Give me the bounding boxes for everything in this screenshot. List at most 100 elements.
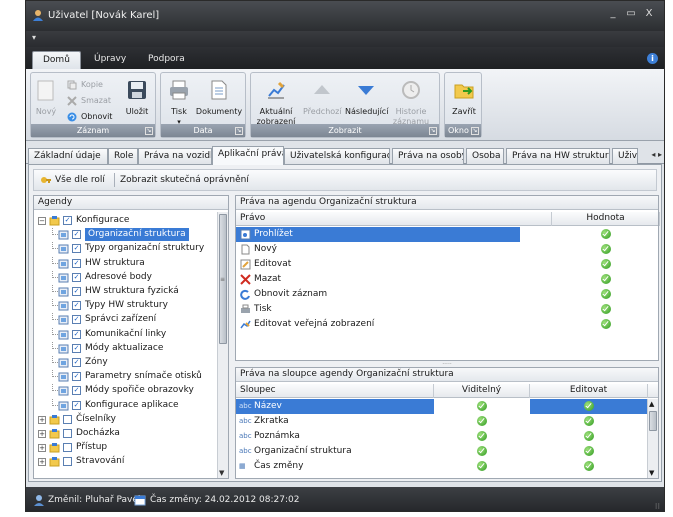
agenda-checkbox[interactable] — [63, 457, 72, 467]
check-icon[interactable] — [601, 259, 611, 269]
documents-button[interactable]: Dokumenty — [195, 79, 243, 117]
check-icon[interactable] — [477, 401, 487, 411]
check-icon[interactable] — [584, 416, 594, 426]
agenda-checkbox[interactable]: ✓ — [72, 372, 81, 382]
next-button[interactable]: Následující — [345, 79, 388, 117]
resize-grip-icon[interactable]: ⁝⁝ — [655, 502, 660, 511]
ribbon-tab-podpora[interactable]: Podpora — [138, 51, 195, 69]
tab-role[interactable]: Role — [108, 148, 138, 164]
check-icon[interactable] — [601, 229, 611, 239]
tab-prava-na-osoby[interactable]: Práva na osoby — [392, 148, 464, 164]
column-row[interactable]: Zkratka abc — [236, 414, 648, 429]
maximize-button[interactable]: ▭ — [624, 8, 638, 19]
show-effective-rights-button[interactable]: Zobrazit skutečná oprávnění — [120, 175, 249, 185]
check-icon[interactable] — [477, 416, 487, 426]
check-icon[interactable] — [584, 401, 594, 411]
rights-row[interactable]: Editovat veřejná zobrazení — [236, 317, 658, 332]
agenda-checkbox[interactable]: ✓ — [72, 287, 81, 296]
refresh-button[interactable]: Obnovit — [67, 111, 112, 123]
column-row[interactable]: Organizační struktura abc — [236, 444, 648, 459]
tab-prava-na-hw-strukturu[interactable]: Práva na HW strukturu — [506, 148, 610, 164]
copy-button[interactable]: Kopie — [67, 79, 103, 91]
all-by-roles-button[interactable]: Vše dle rolí — [40, 175, 105, 185]
expand-icon[interactable]: + — [38, 444, 46, 453]
previous-button[interactable]: Předchozí — [303, 79, 342, 117]
check-icon[interactable] — [601, 244, 611, 254]
rights-row[interactable]: Obnovit záznam — [236, 287, 658, 302]
check-icon[interactable] — [584, 446, 594, 456]
col-editovat[interactable]: Editovat — [530, 384, 648, 398]
history-button[interactable]: Historie záznamu — [391, 79, 431, 127]
check-icon[interactable] — [601, 274, 611, 284]
launcher-icon[interactable]: ↘ — [235, 127, 243, 135]
scroll-down-icon[interactable]: ▼ — [649, 469, 654, 477]
agenda-checkbox[interactable]: ✓ — [72, 301, 81, 311]
column-row[interactable]: Poznámka abc — [236, 429, 648, 444]
rights-row[interactable]: Mazat — [236, 272, 658, 287]
new-button[interactable]: Nový — [35, 79, 57, 117]
ribbon-tab-domu[interactable]: Domů — [32, 51, 81, 69]
save-button[interactable]: Uložit — [123, 79, 151, 117]
scroll-up-icon[interactable]: ▲ — [649, 400, 654, 408]
check-icon[interactable] — [477, 431, 487, 441]
agenda-checkbox[interactable]: ✓ — [63, 216, 72, 225]
agendy-scrollbar[interactable]: ≡ ▼ — [217, 212, 228, 478]
agenda-checkbox[interactable]: ✓ — [72, 386, 81, 396]
check-icon[interactable] — [601, 319, 611, 329]
rights-row[interactable]: Tisk — [236, 302, 658, 317]
check-icon[interactable] — [584, 461, 594, 471]
agenda-checkbox[interactable]: ✓ — [72, 230, 81, 240]
agenda-checkbox[interactable]: ✓ — [72, 244, 81, 254]
agenda-checkbox[interactable] — [63, 414, 72, 424]
tab-scroll-arrows-icon[interactable]: ◂ ▸ — [651, 150, 662, 159]
check-icon[interactable] — [584, 431, 594, 441]
col-sloupec[interactable]: Sloupec — [236, 384, 434, 398]
collapse-icon[interactable]: − — [38, 217, 46, 225]
agenda-checkbox[interactable] — [63, 429, 72, 438]
qat-dropdown-icon[interactable]: ▾ — [32, 33, 36, 42]
tab-osoba[interactable]: Osoba — [466, 148, 504, 164]
agenda-checkbox[interactable]: ✓ — [72, 315, 81, 325]
check-icon[interactable] — [601, 289, 611, 299]
tab-uzivatelska-konfigurace[interactable]: Uživatelská konfigurace — [284, 148, 390, 164]
splitter[interactable]: ..... — [235, 360, 659, 366]
tab-uzivatel-truncated[interactable]: Uživ — [612, 148, 638, 164]
column-row[interactable]: Čas změny ▦ — [236, 459, 648, 474]
launcher-icon[interactable]: ↘ — [471, 127, 479, 135]
ribbon-tab-upravy[interactable]: Úpravy — [84, 51, 136, 69]
agenda-checkbox[interactable]: ✓ — [72, 272, 81, 282]
agenda-checkbox[interactable]: ✓ — [72, 400, 81, 410]
agenda-checkbox[interactable]: ✓ — [72, 258, 81, 268]
rights-row[interactable]: Editovat — [236, 257, 658, 272]
launcher-icon[interactable]: ↘ — [429, 127, 437, 135]
agenda-checkbox[interactable] — [63, 443, 72, 453]
agenda-checkbox[interactable]: ✓ — [72, 343, 81, 353]
tab-zakladni-udaje[interactable]: Základní údaje — [28, 148, 108, 164]
title-bar[interactable]: Uživatel [Novák Karel] _ ▭ X — [26, 1, 664, 31]
tab-aplikacni-prava[interactable]: Aplikační práva — [212, 146, 284, 165]
print-button[interactable]: Tisk ▾ — [165, 79, 193, 127]
agenda-checkbox[interactable]: ✓ — [72, 358, 81, 367]
tab-prava-na-vozidla[interactable]: Práva na vozidla — [138, 148, 212, 164]
expand-icon[interactable]: + — [38, 415, 46, 424]
check-icon[interactable] — [477, 446, 487, 456]
close-window-button[interactable]: Zavřít — [449, 79, 479, 117]
launcher-icon[interactable]: ↘ — [145, 127, 153, 135]
rights-row[interactable]: Prohlížet — [236, 227, 658, 242]
col-viditelny[interactable]: Viditelný — [434, 384, 530, 398]
col-pravo[interactable]: Právo — [236, 212, 552, 226]
minimize-button[interactable]: _ — [606, 8, 620, 19]
delete-button[interactable]: Smazat — [67, 95, 111, 107]
check-icon[interactable] — [601, 304, 611, 314]
help-icon[interactable]: i — [647, 53, 658, 64]
col-hodnota[interactable]: Hodnota — [552, 212, 660, 226]
scroll-thumb[interactable] — [649, 411, 657, 431]
close-button[interactable]: X — [642, 8, 656, 19]
expand-icon[interactable]: + — [38, 430, 46, 438]
scroll-down-icon[interactable]: ▼ — [219, 469, 224, 477]
check-icon[interactable] — [477, 461, 487, 471]
agenda-checkbox[interactable]: ✓ — [72, 329, 81, 339]
column-row[interactable]: Název abc — [236, 399, 648, 414]
expand-icon[interactable]: + — [38, 458, 46, 467]
rights-row[interactable]: Nový — [236, 242, 658, 257]
